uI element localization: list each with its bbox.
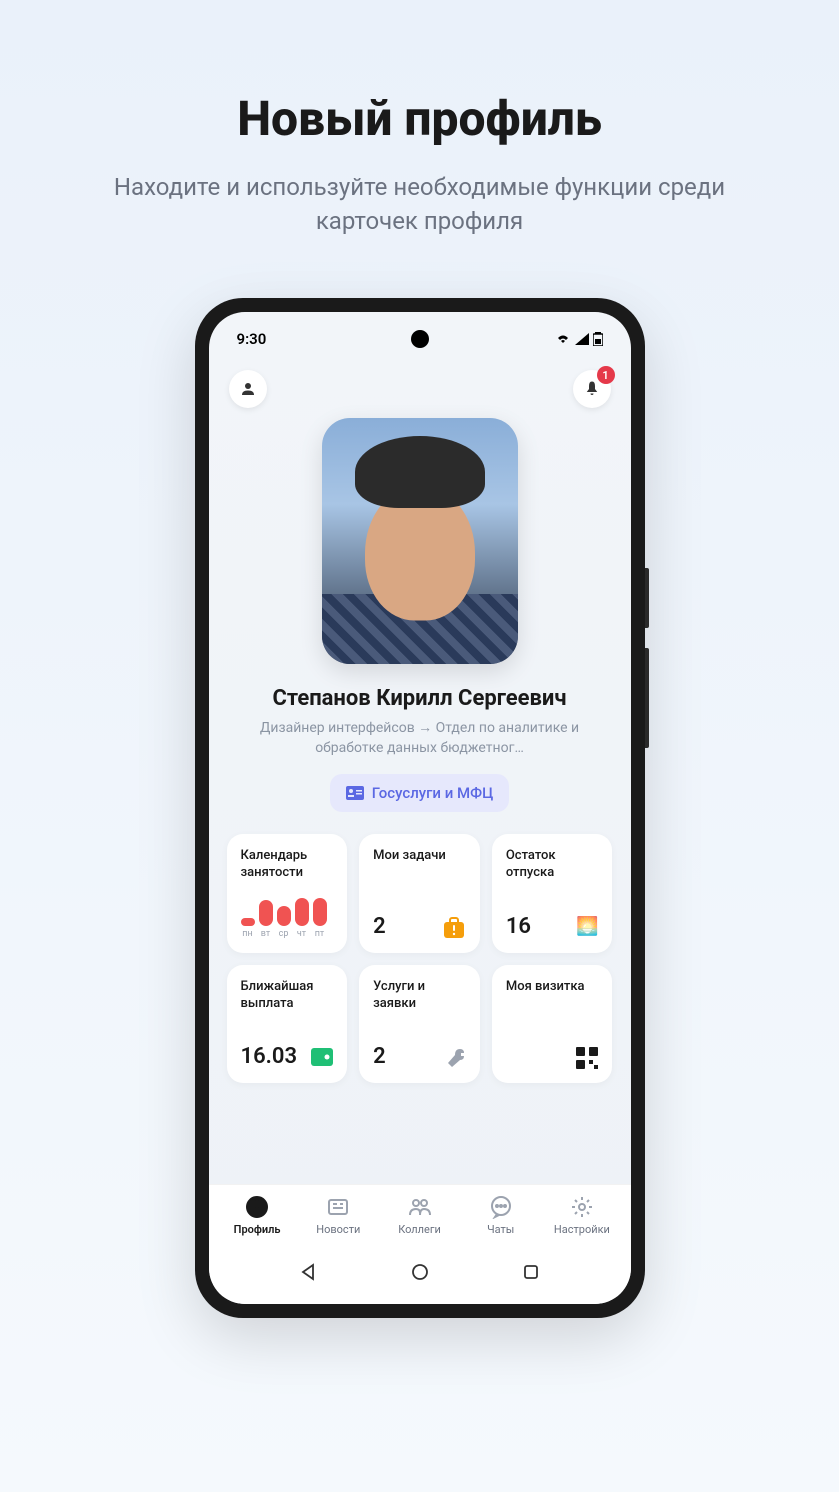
card-vacation[interactable]: Остаток отпуска 16 🌅	[492, 834, 613, 953]
promo-title: Новый профиль	[237, 90, 602, 147]
promo-subtitle: Находите и используйте необходимые функц…	[70, 171, 770, 238]
wrench-icon	[446, 1047, 466, 1067]
calendar-days: пнвтсрчтпт	[241, 929, 334, 939]
gear-icon	[570, 1195, 594, 1219]
chip-label: Госуслуги и МФЦ	[372, 784, 494, 802]
triangle-back-icon	[299, 1263, 317, 1281]
status-icons	[555, 332, 603, 346]
nav-colleagues[interactable]: Коллеги	[379, 1195, 460, 1236]
card-business-card[interactable]: Моя визитка	[492, 965, 613, 1083]
square-recents-icon	[523, 1264, 539, 1280]
card-title: Мои задачи	[373, 848, 466, 865]
chat-icon	[489, 1195, 513, 1219]
nav-label: Настройки	[554, 1223, 610, 1236]
signal-icon	[575, 333, 589, 345]
gosuslugi-chip[interactable]: Госуслуги и МФЦ	[330, 774, 510, 812]
card-value: 2	[373, 914, 386, 939]
card-title: Моя визитка	[506, 979, 599, 996]
nav-settings[interactable]: Настройки	[541, 1195, 622, 1236]
card-title: Календарь занятости	[241, 848, 334, 882]
nav-profile[interactable]: Профиль	[217, 1195, 298, 1236]
nav-label: Новости	[316, 1223, 360, 1236]
card-requests[interactable]: Услуги и заявки 2	[359, 965, 480, 1083]
profile-button[interactable]	[229, 370, 267, 408]
person-icon	[239, 380, 257, 398]
card-title: Остаток отпуска	[506, 848, 599, 882]
phone-screen: 9:30 1 Степанов Кирилл Сергеевич	[209, 312, 631, 1304]
cards-grid: Календарь занятости пнвтсрчтпт Мои задач…	[209, 812, 631, 1083]
card-value: 2	[373, 1044, 386, 1069]
card-tasks[interactable]: Мои задачи 2	[359, 834, 480, 953]
profile-name: Степанов Кирилл Сергеевич	[272, 686, 566, 711]
profile-role: Дизайнер интерфейсов → Отдел по аналитик…	[230, 719, 610, 758]
card-value: 16	[506, 914, 531, 939]
system-nav	[209, 1244, 631, 1304]
app-header: 1	[209, 356, 631, 418]
card-calendar[interactable]: Календарь занятости пнвтсрчтпт	[227, 834, 348, 953]
bottom-nav: Профиль Новости Коллеги Чаты Настройки	[209, 1184, 631, 1244]
nav-label: Чаты	[487, 1223, 514, 1236]
calendar-bars	[241, 898, 334, 926]
card-value: 16.03	[241, 1044, 298, 1069]
status-time: 9:30	[237, 330, 267, 348]
card-payout[interactable]: Ближайшая выплата 16.03	[227, 965, 348, 1083]
nav-label: Коллеги	[398, 1223, 441, 1236]
back-button[interactable]	[296, 1260, 320, 1284]
nav-label: Профиль	[234, 1223, 281, 1236]
news-icon	[326, 1195, 350, 1219]
phone-side-button	[645, 568, 649, 628]
notifications-button[interactable]: 1	[573, 370, 611, 408]
sunset-icon: 🌅	[576, 916, 598, 937]
notification-badge: 1	[597, 366, 615, 384]
qr-icon	[576, 1047, 598, 1069]
home-button[interactable]	[408, 1260, 432, 1284]
circle-home-icon	[411, 1263, 429, 1281]
id-card-icon	[346, 786, 364, 800]
phone-frame: 9:30 1 Степанов Кирилл Сергеевич	[195, 298, 645, 1318]
profile-icon	[245, 1195, 269, 1219]
profile-section: Степанов Кирилл Сергеевич Дизайнер интер…	[209, 418, 631, 812]
people-icon	[408, 1195, 432, 1219]
card-title: Ближайшая выплата	[241, 979, 334, 1013]
battery-icon	[593, 332, 603, 346]
bell-icon	[583, 380, 601, 398]
wallet-icon	[311, 1048, 333, 1066]
avatar[interactable]	[322, 418, 518, 664]
camera-cutout	[411, 330, 429, 348]
recents-button[interactable]	[519, 1260, 543, 1284]
briefcase-alert-icon	[442, 916, 466, 938]
nav-chats[interactable]: Чаты	[460, 1195, 541, 1236]
wifi-icon	[555, 333, 571, 345]
card-title: Услуги и заявки	[373, 979, 466, 1013]
nav-news[interactable]: Новости	[298, 1195, 379, 1236]
phone-side-button	[645, 648, 649, 748]
